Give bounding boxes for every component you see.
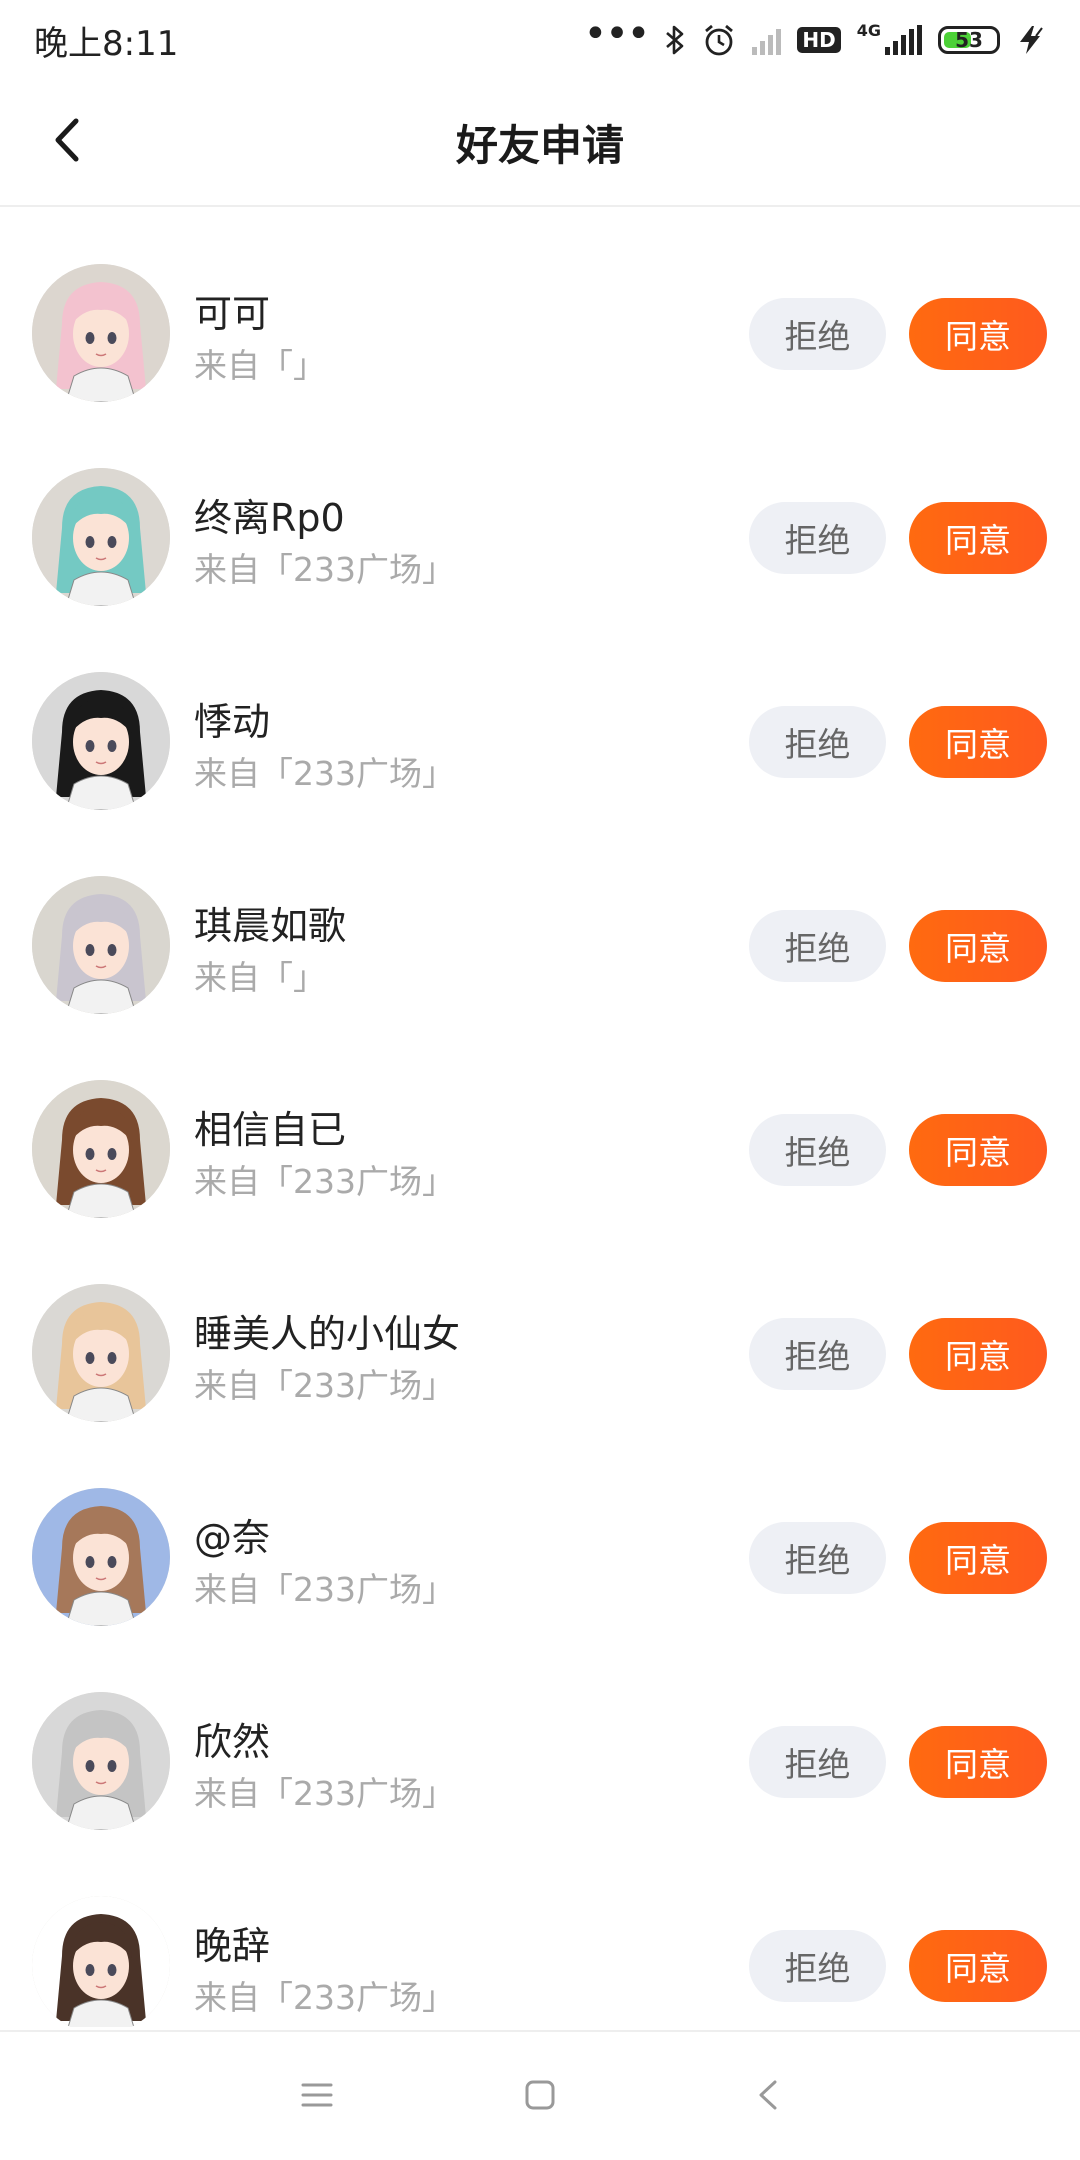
friend-source: 来自「233广场」 [194,550,455,589]
reject-button[interactable]: 拒绝 [749,298,886,370]
avatar[interactable] [32,264,170,402]
avatar[interactable] [32,672,170,810]
avatar[interactable] [32,876,170,1014]
reject-button[interactable]: 拒绝 [749,706,886,778]
friend-name: 终离Rp0 [194,496,345,540]
chevron-left-icon [55,118,79,162]
friend-source: 来自「233广场」 [194,1366,455,1405]
friend-source: 来自「」 [194,958,326,997]
friend-request-row: 睡美人的小仙女 来自「233广场」 拒绝 同意 [0,1227,1080,1431]
charging-icon [1016,24,1046,56]
friend-request-row: @奈 来自「233广场」 拒绝 同意 [0,1431,1080,1635]
friend-source: 来自「233广场」 [194,1774,455,1813]
avatar[interactable] [32,1080,170,1218]
page-title: 好友申请 [455,121,624,170]
back-button[interactable] [38,110,98,170]
friend-request-row: 相信自已 来自「233广场」 拒绝 同意 [0,1023,1080,1227]
reject-button[interactable]: 拒绝 [749,1114,886,1186]
friend-name: 相信自已 [194,1108,347,1152]
menu-button[interactable] [282,2060,352,2130]
avatar-image [32,1488,170,1626]
friend-name: 琪晨如歌 [194,904,347,948]
friend-source: 来自「233广场」 [194,1978,455,2017]
friend-source: 来自「233广场」 [194,1162,455,1201]
avatar[interactable] [32,1488,170,1626]
back-triangle-icon [759,2080,777,2110]
friend-source: 来自「233广场」 [194,1570,455,1609]
accept-button[interactable]: 同意 [909,1318,1047,1390]
friend-request-row: 欣然 来自「233广场」 拒绝 同意 [0,1635,1080,1839]
home-button[interactable] [505,2060,575,2130]
signal-4g-icon: 4G [857,21,922,55]
hd-icon: HD [797,27,841,53]
network-type-label: 4G [856,20,881,40]
avatar-image [32,1080,170,1218]
avatar[interactable] [32,468,170,606]
avatar-image [32,1896,170,2027]
reject-button[interactable]: 拒绝 [749,1930,886,2002]
avatar-image [32,264,170,402]
accept-button[interactable]: 同意 [909,1726,1047,1798]
signal-muted-icon [752,25,782,55]
reject-button[interactable]: 拒绝 [749,502,886,574]
friend-source: 来自「」 [194,346,326,385]
friend-name: 晚辞 [194,1924,271,1968]
system-back-button[interactable] [733,2060,803,2130]
friend-request-row: 终离Rp0 来自「233广场」 拒绝 同意 [0,411,1080,615]
avatar-image [32,1284,170,1422]
avatar[interactable] [32,1896,170,2027]
header-bar: 好友申请 [0,80,1080,207]
reject-button[interactable]: 拒绝 [749,1726,886,1798]
reject-button[interactable]: 拒绝 [749,910,886,982]
friend-name: 悸动 [194,700,271,744]
system-navigation-bar [0,2030,1080,2160]
menu-icon [301,2083,333,2107]
accept-button[interactable]: 同意 [909,1930,1047,2002]
status-icons: ••• HD 4G 53 [584,14,1046,60]
reject-button[interactable]: 拒绝 [749,1522,886,1594]
accept-button[interactable]: 同意 [909,1114,1047,1186]
avatar-image [32,672,170,810]
battery-icon: 53 [938,26,1000,54]
friend-name: 欣然 [194,1720,271,1764]
friend-request-list: 可可 来自「」 拒绝 同意 终离Rp0 来自「233广场」 拒绝 同意 悸动 来… [0,207,1080,2027]
avatar[interactable] [32,1284,170,1422]
accept-button[interactable]: 同意 [909,910,1047,982]
status-time: 晚上8:11 [34,23,179,64]
reject-button[interactable]: 拒绝 [749,1318,886,1390]
accept-button[interactable]: 同意 [909,298,1047,370]
avatar-image [32,468,170,606]
friend-name: @奈 [194,1516,271,1560]
avatar-image [32,876,170,1014]
friend-request-row: 悸动 来自「233广场」 拒绝 同意 [0,615,1080,819]
bluetooth-icon [664,24,686,56]
friend-request-row: 可可 来自「」 拒绝 同意 [0,207,1080,411]
alarm-icon [702,23,736,57]
avatar-image [32,1692,170,1830]
accept-button[interactable]: 同意 [909,706,1047,778]
accept-button[interactable]: 同意 [909,502,1047,574]
friend-source: 来自「233广场」 [194,754,455,793]
friend-request-row: 琪晨如歌 来自「」 拒绝 同意 [0,819,1080,1023]
friend-name: 可可 [194,292,271,336]
status-bar: 晚上8:11 ••• HD 4G 53 [0,0,1080,80]
friend-request-row: 晚辞 来自「233广场」 拒绝 同意 [0,1839,1080,2027]
home-square-icon [525,2080,555,2110]
avatar[interactable] [32,1692,170,1830]
battery-level: 53 [955,28,983,52]
friend-name: 睡美人的小仙女 [194,1312,461,1356]
more-dots-icon: ••• [583,11,651,57]
accept-button[interactable]: 同意 [909,1522,1047,1594]
